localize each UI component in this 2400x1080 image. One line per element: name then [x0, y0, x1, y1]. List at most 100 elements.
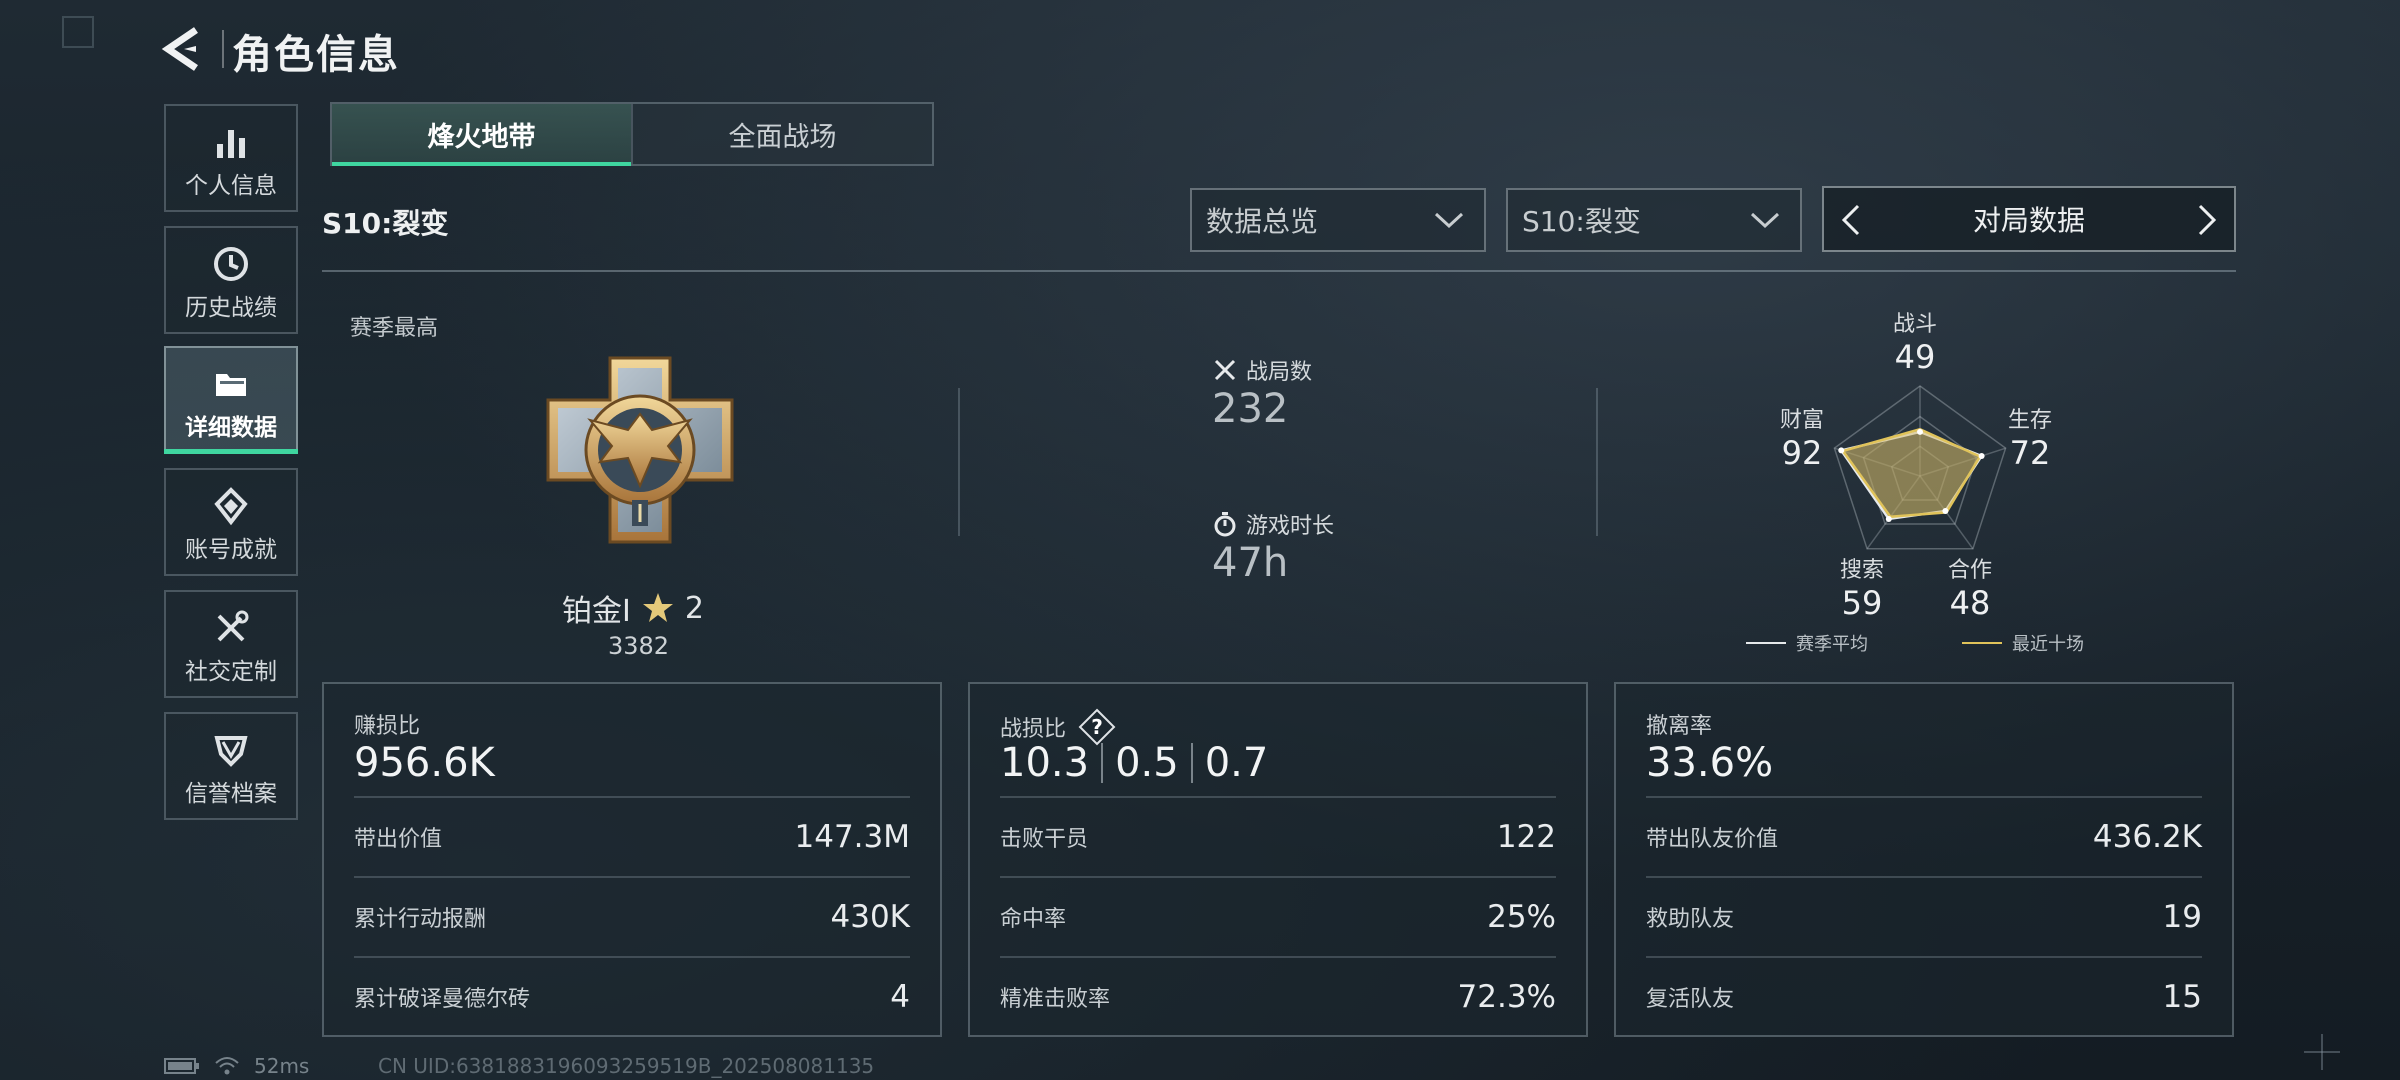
- sidebar-item-detailed-data[interactable]: 详细数据: [164, 346, 298, 454]
- radar-point: [1978, 452, 1985, 459]
- folder-icon: [216, 374, 246, 396]
- matches-label: 战局数: [1246, 360, 1313, 385]
- table-row: 救助队友 19: [1646, 876, 2202, 956]
- playtime-label: 游戏时长: [1246, 514, 1335, 539]
- card-extract-label: 撤离率: [1646, 714, 1713, 739]
- match-data-pager: 对局数据: [1822, 186, 2236, 252]
- legend-line-season: [1746, 642, 1786, 644]
- title-separator: [222, 30, 224, 68]
- kd-value-2: 0.5: [1115, 740, 1179, 786]
- radar-point: [1885, 515, 1892, 522]
- season-dropdown-value: S10:裂变: [1522, 205, 1641, 238]
- season-dropdown[interactable]: S10:裂变: [1506, 188, 1802, 252]
- data-view-value: 数据总览: [1206, 205, 1319, 238]
- tab-warzone[interactable]: 烽火地带: [332, 104, 631, 166]
- radar-label-survival: 生存: [2007, 408, 2052, 433]
- chevron-left-icon[interactable]: [1838, 202, 1864, 238]
- row-key: 击败干员: [1000, 827, 1089, 852]
- row-value: 15: [2162, 979, 2202, 1015]
- card-profit: 赚损比 956.6K 带出价值 147.3M 累计行动报酬 430K 累计破译曼德尔…: [322, 682, 942, 1037]
- row-key: 精准击败率: [1000, 987, 1111, 1012]
- season-title: S10:裂变: [322, 207, 449, 240]
- sidebar-item-label: 信誉档案: [185, 781, 277, 807]
- mode-tab-bar: 烽火地带 全面战场: [330, 102, 934, 166]
- data-view-dropdown[interactable]: 数据总览: [1190, 188, 1486, 252]
- row-key: 带出价值: [354, 827, 443, 852]
- row-key: 带出队友价值: [1646, 827, 1779, 852]
- card-kd-label: 战损比: [1000, 717, 1067, 742]
- battery-icon: [164, 1058, 199, 1074]
- chevron-down-icon: [1750, 212, 1780, 229]
- radar-value-coop: 48: [1949, 584, 1991, 622]
- legend-season-label: 赛季平均: [1796, 634, 1868, 655]
- sidebar-item-label: 个人信息: [185, 173, 277, 199]
- playtime-label-row: 游戏时长: [1212, 508, 1334, 540]
- card-kd-values: 10.3 0.5 0.7: [1000, 740, 1268, 786]
- bar-chart-icon: [217, 130, 245, 158]
- sidebar-item-label: 详细数据: [185, 415, 277, 441]
- wifi-icon: [215, 1057, 239, 1075]
- rank-stars: 2: [684, 590, 704, 626]
- season-best-label: 赛季最高: [350, 316, 439, 341]
- value-separator: [1101, 743, 1104, 783]
- row-value: 25%: [1487, 899, 1556, 935]
- legend-season-average: 赛季平均: [1746, 630, 1868, 656]
- playtime-value: 47h: [1212, 540, 1289, 586]
- matches-value: 232: [1212, 386, 1289, 432]
- radar-point: [1942, 507, 1949, 514]
- table-row: 累计行动报酬 430K: [354, 876, 910, 956]
- radar-label-wealth: 财富: [1779, 408, 1824, 433]
- sidebar-item-label: 历史战绩: [185, 295, 277, 321]
- radar-label-search: 搜索: [1839, 558, 1884, 583]
- table-row: 带出价值 147.3M: [354, 796, 910, 876]
- tab-full-battlefield[interactable]: 全面战场: [631, 104, 932, 164]
- card-kd: 战损比 ? 10.3 0.5 0.7 击败干员 122 命中率 25% 精准击败率 7…: [968, 682, 1588, 1037]
- row-value: 147.3M: [794, 819, 911, 855]
- row-key: 命中率: [1000, 907, 1067, 932]
- crosshair-mark-icon: [2304, 1034, 2340, 1070]
- legend-recent: 最近十场: [1962, 630, 2084, 656]
- kd-value-3: 0.7: [1204, 740, 1269, 786]
- row-value: 19: [2162, 899, 2202, 935]
- section-divider: [1596, 388, 1598, 536]
- section-divider: [958, 388, 960, 536]
- radar-value-search: 59: [1841, 584, 1883, 622]
- star-icon: [642, 593, 673, 622]
- radar-value-wealth: 92: [1781, 434, 1823, 472]
- row-value: 4: [890, 979, 910, 1015]
- medal-icon: [214, 487, 248, 526]
- legend-line-recent: [1962, 642, 2002, 644]
- platinum-rank-badge-icon: [546, 356, 734, 544]
- status-bar: 52ms: [164, 1054, 309, 1078]
- card-extract: 撤离率 33.6% 带出队友价值 436.2K 救助队友 19 复活队友 15: [1614, 682, 2234, 1037]
- corner-frame-mark: [62, 16, 94, 48]
- table-row: 复活队友 15: [1646, 956, 2202, 1036]
- rank-score: 3382: [608, 632, 670, 660]
- sidebar-item-history[interactable]: 历史战绩: [164, 226, 298, 334]
- row-key: 救助队友: [1646, 907, 1735, 932]
- card-profit-value: 956.6K: [354, 740, 495, 786]
- chevron-down-icon: [1434, 212, 1464, 229]
- svg-text:?: ?: [1091, 715, 1103, 739]
- row-key: 累计行动报酬: [354, 907, 487, 932]
- sidebar-item-personal-info[interactable]: 个人信息: [164, 104, 298, 212]
- pager-label: 对局数据: [1972, 204, 2085, 237]
- table-row: 击败干员 122: [1000, 796, 1556, 876]
- sidebar-item-achievements[interactable]: 账号成就: [164, 468, 298, 576]
- row-value: 436.2K: [2092, 819, 2202, 855]
- rank-name: 铂金Ⅰ: [562, 594, 631, 629]
- header-divider: [322, 270, 2236, 272]
- table-row: 精准击败率 72.3%: [1000, 956, 1556, 1036]
- card-profit-label: 赚损比: [354, 714, 421, 739]
- sidebar-item-social[interactable]: 社交定制: [164, 590, 298, 698]
- chevron-right-icon[interactable]: [2194, 202, 2220, 238]
- radar-value-survival: 72: [2009, 434, 2051, 472]
- clock-icon: [214, 247, 248, 281]
- row-key: 复活队友: [1646, 987, 1735, 1012]
- sidebar-item-label: 账号成就: [185, 537, 277, 563]
- back-arrow-icon[interactable]: [160, 24, 206, 74]
- radar-series-recent: [1840, 427, 1982, 519]
- sidebar-item-reputation[interactable]: 信誉档案: [164, 712, 298, 820]
- tools-icon: [217, 610, 249, 642]
- radar-value-combat: 49: [1894, 338, 1936, 376]
